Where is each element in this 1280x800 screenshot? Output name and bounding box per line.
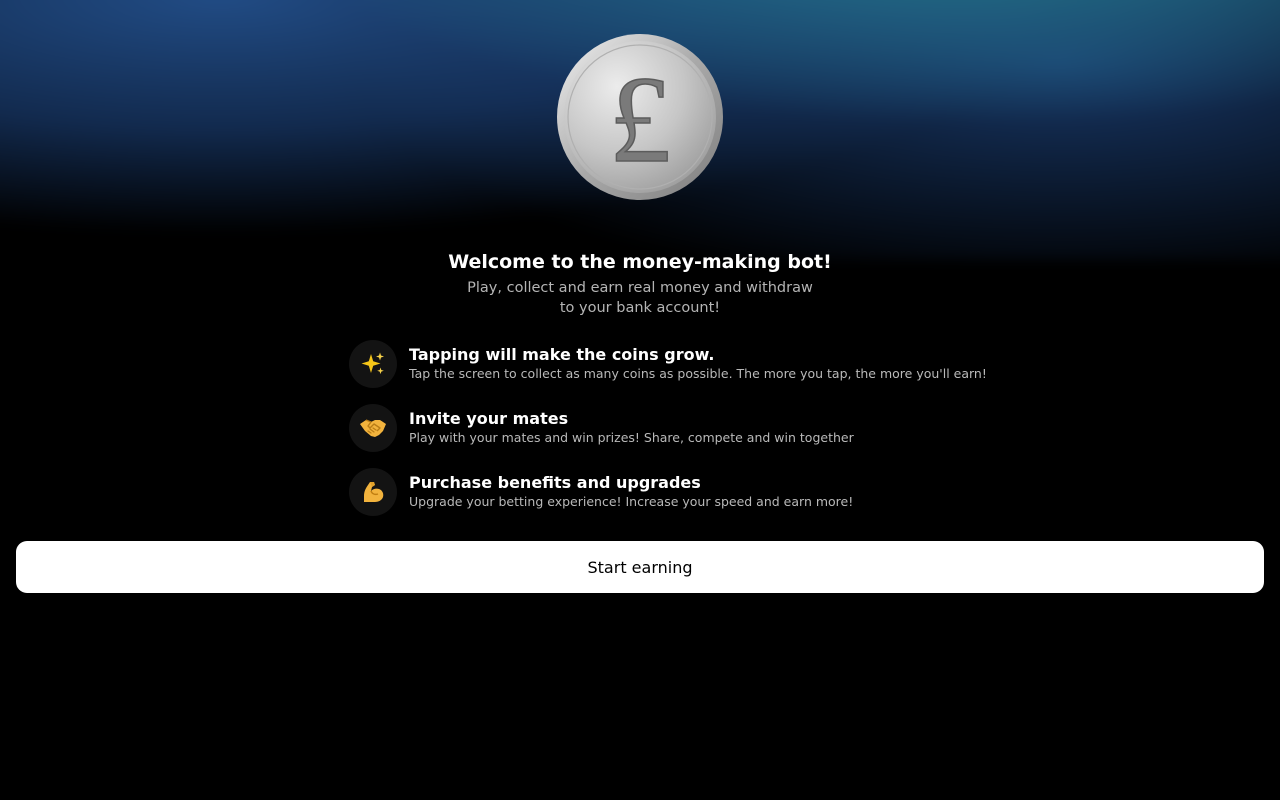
coin-symbol: £	[609, 51, 671, 188]
page-subtitle: Play, collect and earn real money and wi…	[467, 280, 813, 316]
feature-item: Tapping will make the coins grow. Tap th…	[349, 340, 987, 388]
feature-item: Invite your mates Play with your mates a…	[349, 404, 969, 452]
sparkles-icon	[349, 340, 397, 388]
pound-coin-icon: £	[557, 34, 723, 200]
feature-description: Upgrade your betting experience! Increas…	[409, 494, 854, 509]
feature-list: Tapping will make the coins grow. Tap th…	[349, 340, 987, 532]
welcome-screen: £ Welcome to the money-making bot! Play,…	[0, 0, 1280, 800]
feature-title: Purchase benefits and upgrades	[409, 473, 701, 492]
handshake-icon	[349, 404, 397, 452]
feature-title: Invite your mates	[409, 409, 569, 428]
start-earning-button[interactable]: Start earning	[16, 541, 1264, 593]
feature-description: Play with your mates and win prizes! Sha…	[409, 430, 854, 445]
feature-description: Tap the screen to collect as many coins …	[409, 366, 987, 381]
page-title: Welcome to the money-making bot!	[448, 251, 832, 273]
hero-section: Welcome to the money-making bot! Play, c…	[0, 248, 1280, 318]
flexed-biceps-icon	[349, 468, 397, 516]
feature-item: Purchase benefits and upgrades Upgrade y…	[349, 468, 969, 516]
feature-title: Tapping will make the coins grow.	[409, 345, 715, 364]
